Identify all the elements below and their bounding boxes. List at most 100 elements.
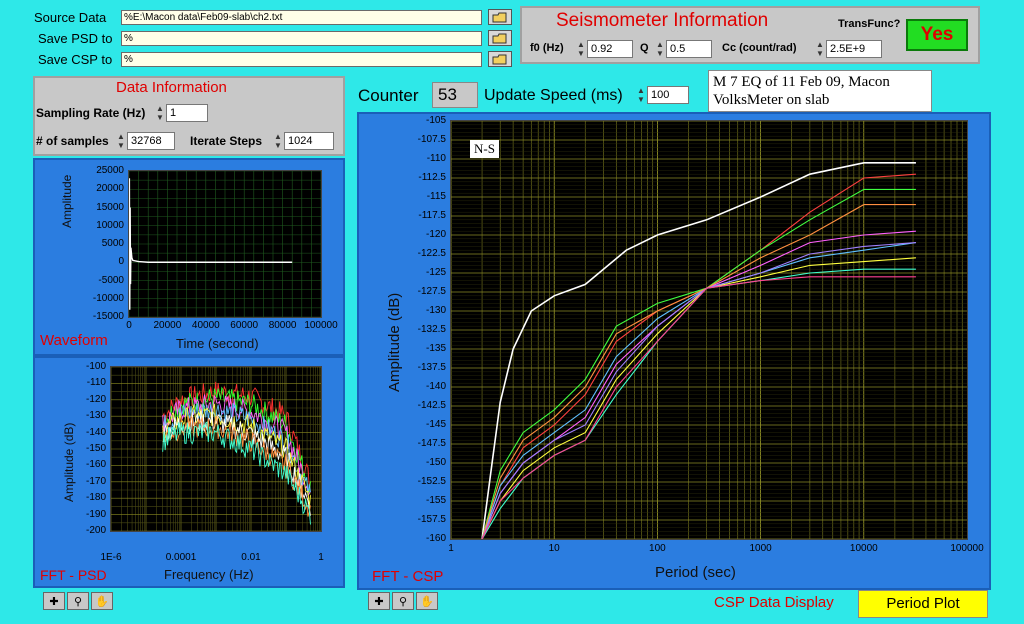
fft-csp-chart <box>451 121 967 539</box>
fft-psd-y-tick-label: -190 <box>85 508 106 520</box>
f0-spinner[interactable]: ▲ ▼ <box>576 40 586 58</box>
fft-psd-y-tick-label: -100 <box>85 361 106 372</box>
samples-input[interactable]: 32768 <box>127 132 175 150</box>
counter-display: 53 <box>432 82 478 108</box>
sampling-rate-input[interactable]: 1 <box>166 104 208 122</box>
pan-hand-tool-icon[interactable]: ✋ <box>91 592 113 610</box>
fft-psd-y-tick-label: -130 <box>85 410 106 422</box>
fft-csp-y-tick-label: -107.5 <box>417 134 446 145</box>
fft-psd-y-tick-label: -150 <box>85 443 106 454</box>
fft-psd-x-tick-label: 1 <box>318 552 324 563</box>
waveform-x-tick-label: 20000 <box>153 320 182 331</box>
psd-graph-tools: ✚ ⚲ ✋ <box>43 592 113 610</box>
fft-csp-ylabel: Amplitude (dB) <box>386 292 403 392</box>
fft-csp-y-tick-label: -137.5 <box>417 362 446 373</box>
fft-csp-x-tick-label: 10000 <box>849 543 878 554</box>
csp-series <box>481 230 916 539</box>
fft-csp-x-tick-label: 1 <box>448 543 454 554</box>
fft-psd-x-tick-label: 0.0001 <box>165 552 197 563</box>
iterate-label: Iterate Steps <box>190 134 263 148</box>
csp-series <box>481 276 916 539</box>
zoom-tool-icon[interactable]: ⚲ <box>392 592 414 610</box>
zoom-tool-icon[interactable]: ⚲ <box>67 592 89 610</box>
crosshair-tool-icon[interactable]: ✚ <box>43 592 65 610</box>
fft-csp-panel-title: FFT - CSP <box>372 568 444 585</box>
waveform-y-tick-label: 10000 <box>96 219 124 231</box>
waveform-chart <box>129 171 321 317</box>
fft-csp-y-tick-label: -132.5 <box>417 324 446 335</box>
fft-csp-y-tick-label: -150 <box>425 457 446 468</box>
fft-psd-y-tick-label: -170 <box>85 475 106 487</box>
source-data-path-field[interactable]: %E:\Macon data\Feb09-slab\ch2.txt <box>121 10 482 25</box>
fft-csp-y-tick-label: -112.5 <box>418 172 446 183</box>
update-speed-label: Update Speed (ms) <box>484 87 623 104</box>
path-prefix: % <box>124 33 133 44</box>
waveform-x-tick-label: 100000 <box>304 320 338 331</box>
folder-icon <box>492 54 507 64</box>
fft-psd-ylabel: Amplitude (dB) <box>62 422 76 502</box>
waveform-y-tick-label: 25000 <box>96 165 124 176</box>
fft-csp-y-tick-label: -117.5 <box>418 210 446 221</box>
fft-csp-y-tick-label: -152.5 <box>417 476 446 487</box>
waveform-y-tick-label: 20000 <box>96 183 124 195</box>
waveform-x-tick-label: 40000 <box>191 320 220 331</box>
iterate-input[interactable]: 1024 <box>284 132 334 150</box>
data-info-title: Data Information <box>116 79 227 96</box>
samples-spinner[interactable]: ▲ ▼ <box>116 132 126 150</box>
samples-label: # of samples <box>36 134 109 148</box>
transfunc-label: TransFunc? <box>838 18 901 30</box>
cc-input[interactable]: 2.5E+9 <box>826 40 882 58</box>
waveform-plot[interactable] <box>128 170 322 318</box>
folder-icon <box>492 33 507 43</box>
update-speed-input[interactable]: 100 <box>647 86 689 104</box>
annotation-box: M 7 EQ of 11 Feb 09, Macon VolksMeter on… <box>708 70 932 112</box>
fft-csp-y-tick-label: -155 <box>425 495 446 506</box>
transfunc-toggle-button[interactable]: Yes <box>906 19 968 51</box>
iterate-spinner[interactable]: ▲ ▼ <box>273 132 283 150</box>
waveform-ylabel: Amplitude <box>60 174 74 228</box>
waveform-y-tick-label: -15000 <box>92 311 124 322</box>
waveform-xlabel: Time (second) <box>176 336 259 351</box>
fft-psd-y-tick-label: -140 <box>85 426 106 438</box>
fft-csp-x-tick-label: 10 <box>548 543 560 554</box>
source-data-label: Source Data <box>34 10 107 25</box>
sampling-rate-spinner[interactable]: ▲ ▼ <box>155 104 165 122</box>
q-spinner[interactable]: ▲ ▼ <box>655 40 665 58</box>
fft-csp-y-tick-label: -140 <box>425 381 446 392</box>
save-csp-path-field[interactable]: % <box>121 52 482 67</box>
period-plot-selector[interactable]: Period Plot <box>858 590 988 618</box>
crosshair-tool-icon[interactable]: ✚ <box>368 592 390 610</box>
browse-psd-button[interactable] <box>488 30 512 46</box>
fft-psd-y-tick-label: -160 <box>85 459 106 471</box>
waveform-x-tick-label: 80000 <box>268 320 297 331</box>
fft-csp-y-tick-label: -127.5 <box>417 286 446 297</box>
fft-csp-y-tick-label: -142.5 <box>417 400 446 411</box>
fft-csp-y-tick-label: -105 <box>425 115 446 126</box>
fft-csp-plot[interactable] <box>450 120 968 540</box>
cc-label: Cc (count/rad) <box>722 42 797 54</box>
q-input[interactable]: 0.5 <box>666 40 712 58</box>
fft-csp-x-tick-label: 100 <box>649 543 666 554</box>
fft-psd-y-tick-label: -110 <box>86 377 106 389</box>
browse-source-button[interactable] <box>488 9 512 25</box>
fft-csp-y-tick-label: -157.5 <box>417 514 446 525</box>
annotation-line-2: VolksMeter on slab <box>713 92 830 108</box>
fft-csp-y-tick-label: -122.5 <box>417 248 446 259</box>
pan-hand-tool-icon[interactable]: ✋ <box>416 592 438 610</box>
cc-spinner[interactable]: ▲ ▼ <box>815 40 825 58</box>
waveform-panel-title: Waveform <box>40 332 108 349</box>
fft-csp-y-tick-label: -115 <box>426 191 446 202</box>
fft-csp-y-tick-label: -110 <box>426 153 446 164</box>
update-speed-spinner[interactable]: ▲ ▼ <box>636 86 646 104</box>
csp-series <box>481 161 916 539</box>
fft-csp-y-tick-label: -130 <box>425 305 446 316</box>
path-prefix: % <box>124 12 133 23</box>
counter-label: Counter <box>358 86 419 105</box>
browse-csp-button[interactable] <box>488 51 512 67</box>
fft-csp-y-tick-label: -160 <box>425 533 446 544</box>
fft-psd-plot[interactable] <box>110 366 322 532</box>
save-psd-path-field[interactable]: % <box>121 31 482 46</box>
fft-csp-x-tick-label: 100000 <box>950 543 984 554</box>
f0-input[interactable]: 0.92 <box>587 40 633 58</box>
waveform-y-tick-label: -10000 <box>92 292 124 304</box>
